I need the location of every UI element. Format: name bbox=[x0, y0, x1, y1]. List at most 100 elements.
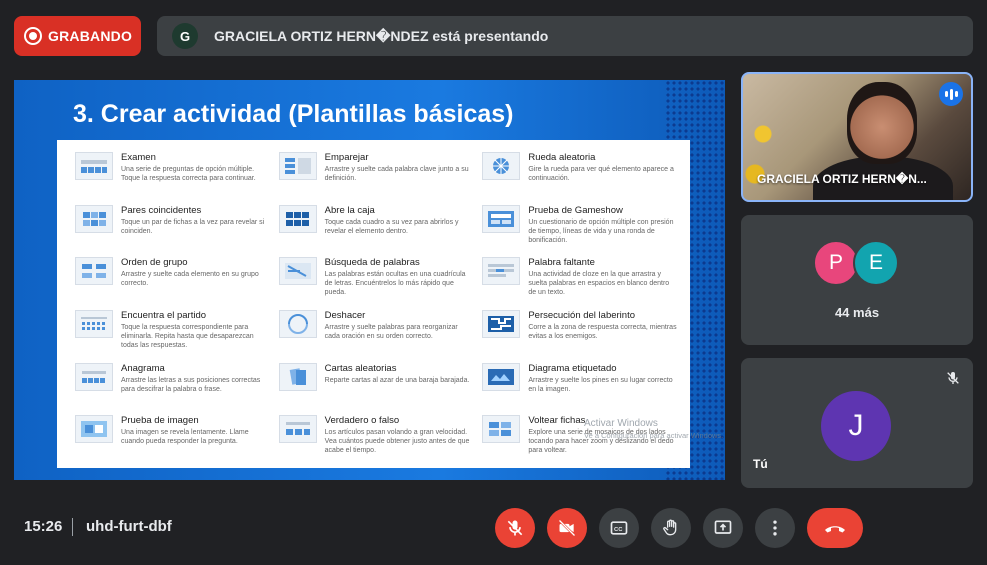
recording-label: GRABANDO bbox=[48, 28, 133, 44]
template-name: Prueba de Gameshow bbox=[528, 204, 623, 216]
template-thumbnail-icon bbox=[482, 415, 521, 444]
more-participants-tile[interactable]: P E 44 más bbox=[741, 215, 973, 345]
more-options-button[interactable] bbox=[755, 508, 795, 548]
activate-windows-watermark: Activar Windows Ve a Configuración para … bbox=[584, 418, 723, 442]
template-thumbnail-icon bbox=[482, 204, 521, 233]
template-thumbnail-icon bbox=[482, 310, 521, 338]
template-name: Rueda aleatoria bbox=[528, 152, 596, 163]
participant-tile-presenter[interactable]: GRACIELA ORTIZ HERN�N... bbox=[741, 72, 973, 202]
raise-hand-button[interactable] bbox=[651, 508, 691, 548]
template-thumbnail-icon bbox=[278, 257, 317, 286]
template-description: Arrastre y suelte los pines en su lugar … bbox=[528, 376, 673, 393]
template-item[interactable]: Rueda aleatoria Gire la rueda para ver qu… bbox=[482, 148, 678, 201]
template-body: Búsqueda de palabras Las palabras están o… bbox=[325, 257, 475, 306]
self-avatar: J bbox=[821, 391, 891, 461]
template-body: Persecución del laberinto Corre a la zona… bbox=[528, 310, 678, 359]
more-vert-icon bbox=[773, 520, 777, 536]
template-item[interactable]: Búsqueda de palabras Las palabras están o… bbox=[278, 253, 475, 306]
template-name: Encuentra el partido bbox=[121, 310, 207, 321]
template-thumbnail-icon bbox=[278, 204, 317, 233]
camera-toggle-button[interactable] bbox=[547, 508, 587, 548]
template-thumbnail-icon bbox=[75, 152, 113, 180]
template-thumbnail-icon bbox=[75, 204, 113, 233]
template-body: Cartas aleatorias Reparte cartas al azar … bbox=[325, 363, 475, 412]
template-item[interactable]: Anagrama Arrastre las letras a sus posici… bbox=[75, 359, 271, 412]
recording-badge[interactable]: GRABANDO bbox=[14, 16, 141, 56]
presenting-banner: G GRACIELA ORTIZ HERN�NDEZ está presenta… bbox=[157, 16, 973, 56]
watermark-line2: Ve a Configuración para activar Windows. bbox=[584, 431, 724, 440]
template-item[interactable]: Persecución del laberinto Corre a la zona… bbox=[482, 306, 678, 359]
template-name: Diagrama etiquetado bbox=[528, 362, 617, 374]
template-thumbnail-icon bbox=[75, 310, 113, 338]
template-item[interactable]: Prueba de Gameshow Un cuestionario de opc… bbox=[482, 201, 678, 254]
hand-icon bbox=[663, 519, 677, 536]
template-item[interactable]: Diagrama etiquetado Arrastre y suelte los… bbox=[482, 359, 678, 412]
watermark-line1: Activar Windows bbox=[584, 418, 658, 429]
template-description: Reparte cartas al azar de una baraja bar… bbox=[324, 376, 470, 384]
template-description: Una serie de preguntas de opción múltipl… bbox=[121, 166, 256, 182]
template-body: Deshacer Arrastre y suelte palabras para … bbox=[325, 310, 475, 359]
template-body: Prueba de imagen Una imagen se revela len… bbox=[121, 415, 271, 464]
template-description: Arrastre y suelte palabras para reorgani… bbox=[324, 324, 458, 340]
template-description: Un cuestionario de opción múltiple con p… bbox=[528, 218, 674, 244]
template-name: Persecución del laberinto bbox=[528, 310, 636, 321]
more-avatars: P E bbox=[813, 240, 899, 286]
template-name: Verdadero o falso bbox=[324, 415, 400, 427]
template-name: Palabra faltante bbox=[528, 257, 595, 269]
leave-call-button[interactable] bbox=[807, 508, 863, 548]
present-icon bbox=[714, 520, 732, 534]
template-thumbnail-icon bbox=[75, 362, 113, 391]
participant-tile-self[interactable]: J Tú bbox=[741, 358, 973, 488]
template-thumbnail-icon bbox=[278, 310, 317, 338]
template-item[interactable]: Orden de grupo Arrastre y suelte cada ele… bbox=[75, 253, 271, 306]
hang-up-icon bbox=[825, 526, 845, 533]
template-item[interactable]: Examen Una serie de preguntas de opción m… bbox=[75, 148, 271, 201]
meeting-code[interactable]: uhd-furt-dbf bbox=[86, 518, 172, 535]
template-name: Examen bbox=[121, 152, 156, 163]
record-icon bbox=[24, 27, 42, 45]
template-item[interactable]: Encuentra el partido Toque la respuesta c… bbox=[75, 306, 271, 359]
template-item[interactable]: Emparejar Arrastre y suelte cada palabra … bbox=[278, 148, 475, 201]
template-description: Los artículos pasan volando a gran veloc… bbox=[324, 429, 470, 455]
template-description: Toque cada cuadro a su vez para abrirlos… bbox=[324, 218, 459, 235]
template-description: Una imagen se revela lentamente. Llame c… bbox=[121, 429, 249, 446]
template-name: Búsqueda de palabras bbox=[324, 257, 420, 269]
template-item[interactable]: Pares coincidentes Toque un par de fichas… bbox=[75, 201, 271, 254]
template-description: Corre a la zona de respuesta correcta, m… bbox=[528, 324, 677, 340]
template-body: Rueda aleatoria Gire la rueda para ver qu… bbox=[528, 152, 678, 201]
template-description: Arrastre y suelte cada palabra clave jun… bbox=[324, 166, 469, 182]
mic-off-icon bbox=[947, 372, 959, 384]
template-item[interactable]: Deshacer Arrastre y suelte palabras para … bbox=[278, 306, 475, 359]
template-name: Anagrama bbox=[121, 362, 165, 374]
template-thumbnail-icon bbox=[278, 152, 317, 180]
template-thumbnail-icon bbox=[482, 362, 521, 391]
mic-toggle-button[interactable] bbox=[495, 508, 535, 548]
template-body: Anagrama Arrastre las letras a sus posici… bbox=[121, 363, 271, 412]
template-item[interactable]: Verdadero o falso Los artículos pasan vol… bbox=[278, 411, 475, 464]
template-description: Las palabras están ocultas en una cuadrí… bbox=[324, 271, 466, 297]
template-name: Emparejar bbox=[324, 152, 369, 163]
template-item[interactable]: Cartas aleatorias Reparte cartas al azar … bbox=[278, 359, 475, 412]
template-body: Abre la caja Toque cada cuadro a su vez p… bbox=[325, 205, 475, 254]
template-body: Prueba de Gameshow Un cuestionario de opc… bbox=[528, 205, 678, 254]
template-description: Gire la rueda para ver qué elemento apar… bbox=[528, 166, 674, 182]
template-item[interactable]: Abre la caja Toque cada cuadro a su vez p… bbox=[278, 201, 475, 254]
template-item[interactable]: Palabra faltante Una actividad de cloze e… bbox=[482, 253, 678, 306]
presenter-name: GRACIELA ORTIZ HERN�N... bbox=[757, 172, 927, 186]
avatar: E bbox=[853, 240, 899, 286]
background-flowers bbox=[743, 104, 783, 200]
template-body: Verdadero o falso Los artículos pasan vol… bbox=[325, 415, 475, 464]
presenter-face bbox=[847, 82, 917, 164]
template-thumbnail-icon bbox=[75, 257, 113, 286]
slide-title: 3. Crear actividad (Plantillas básicas) bbox=[73, 100, 514, 128]
template-item[interactable]: Prueba de imagen Una imagen se revela len… bbox=[75, 411, 271, 464]
present-screen-button[interactable] bbox=[703, 508, 743, 548]
captions-button[interactable]: CC bbox=[599, 508, 639, 548]
clock: 15:26 bbox=[24, 518, 63, 535]
template-name: Cartas aleatorias bbox=[324, 362, 397, 374]
template-description: Toque la respuesta correspondiente para … bbox=[121, 324, 254, 349]
template-name: Deshacer bbox=[324, 310, 366, 321]
template-name: Abre la caja bbox=[324, 204, 375, 216]
template-description: Una actividad de cloze en la que arrastr… bbox=[528, 271, 670, 297]
closed-captions-icon: CC bbox=[610, 521, 628, 535]
